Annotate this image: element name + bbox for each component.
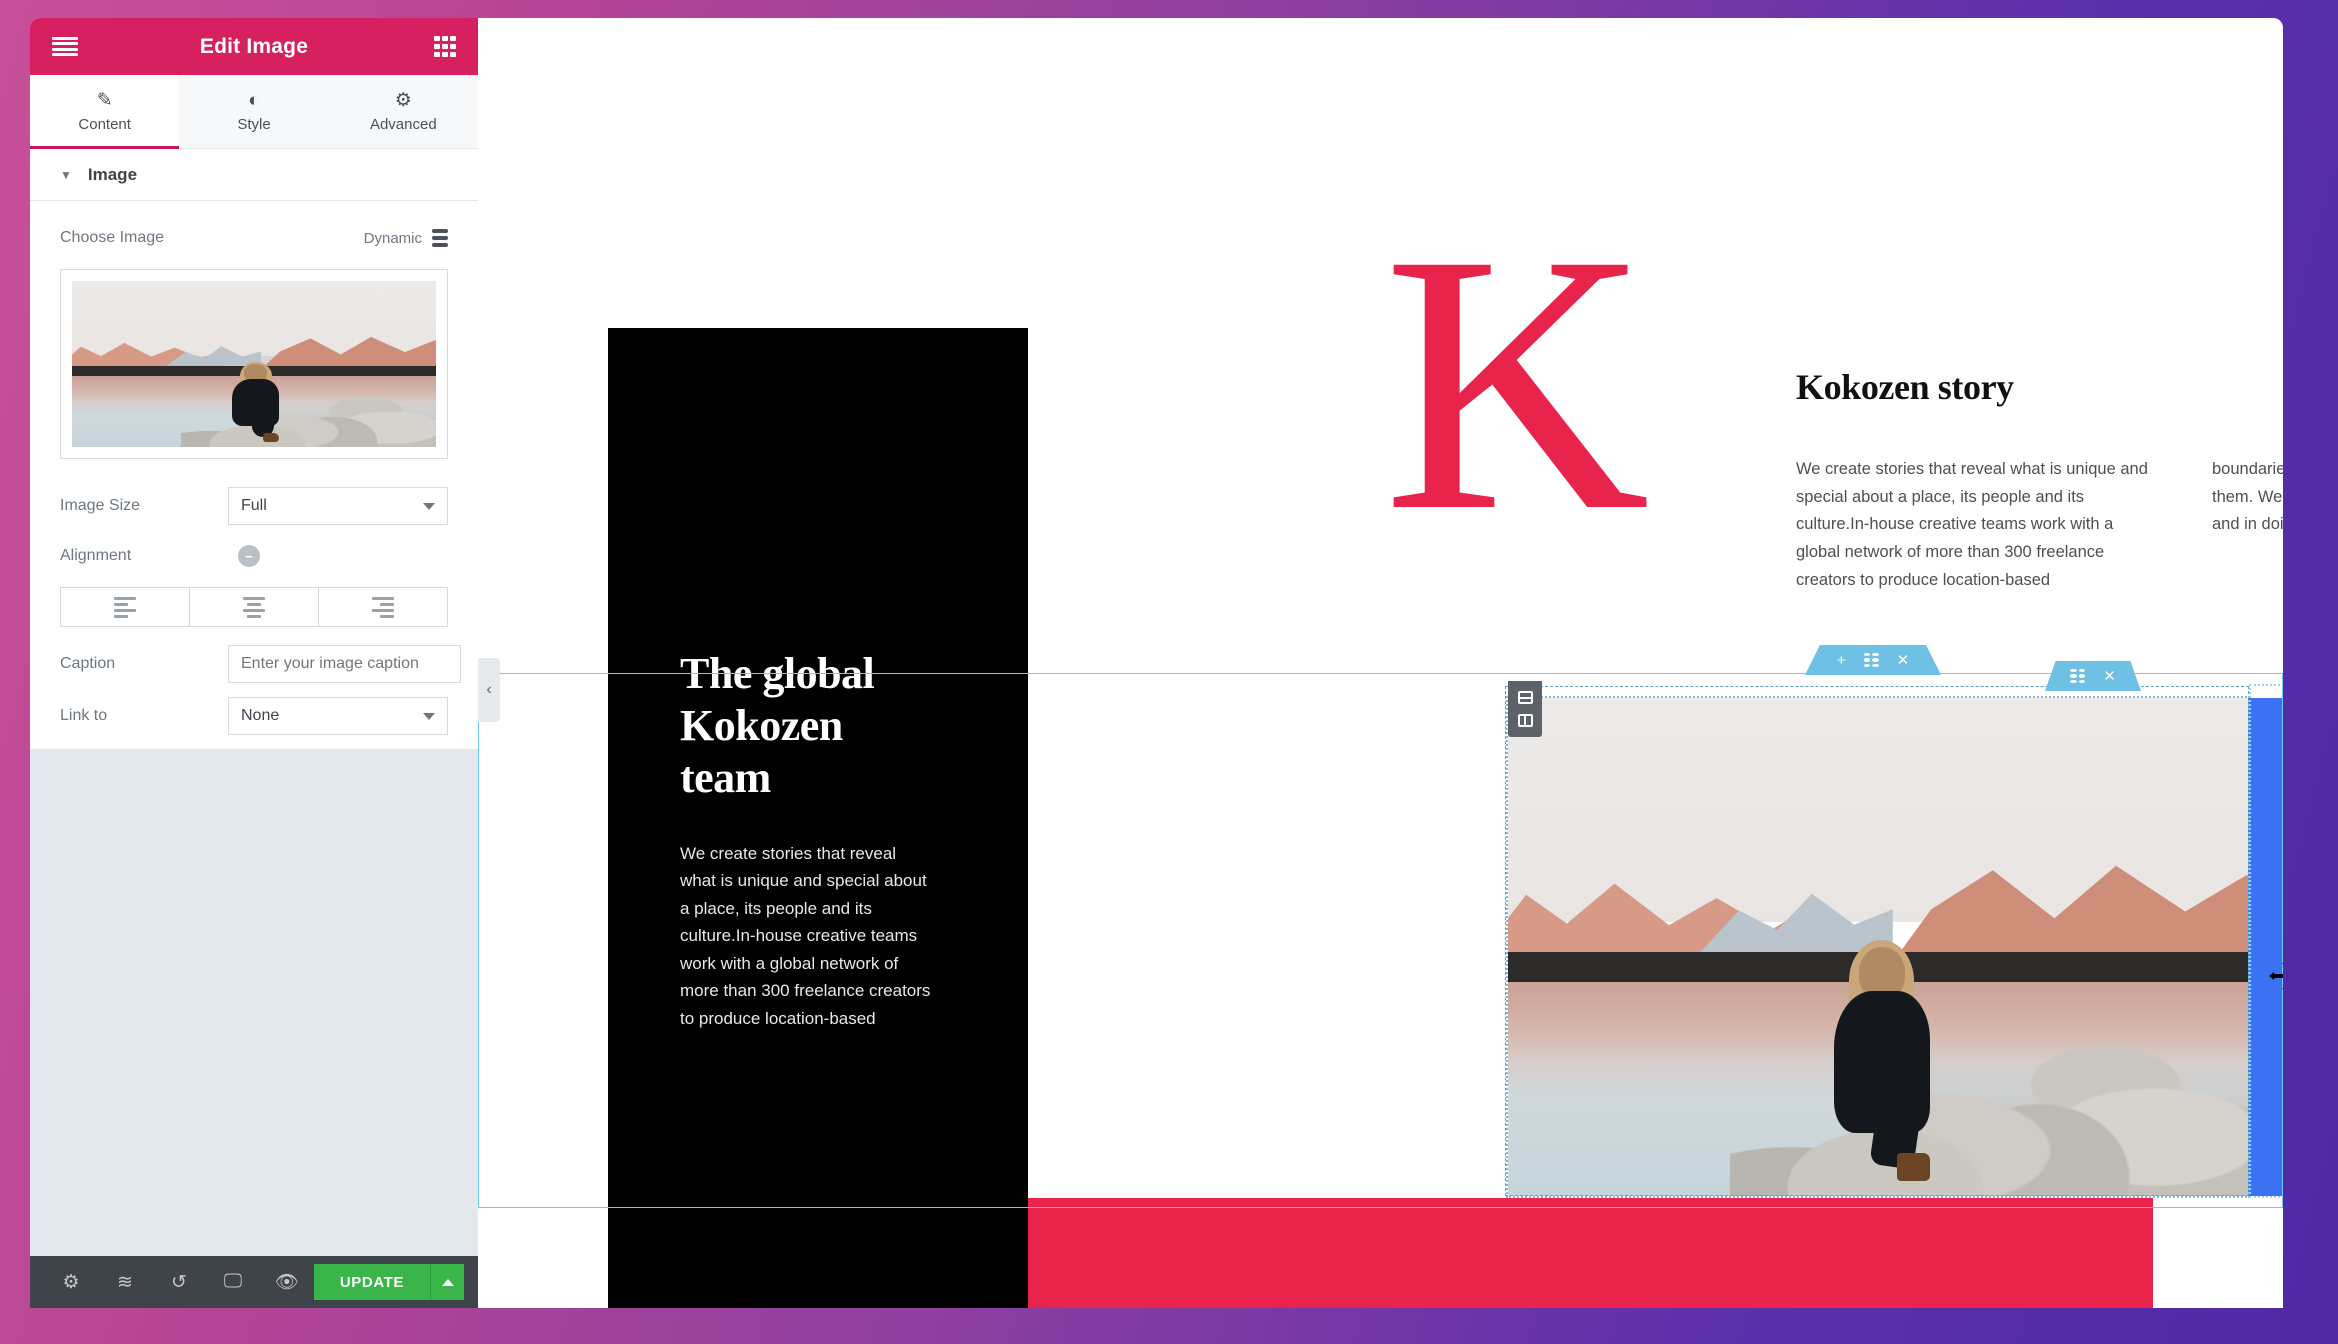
tab-style[interactable]: ◐ Style [179, 75, 329, 148]
section-title: Image [87, 164, 138, 184]
bottom-black-band [608, 1198, 1028, 1308]
close-icon[interactable]: ✕ [1897, 653, 1910, 668]
image-thumbnail [72, 281, 436, 447]
chevron-down-icon [423, 712, 435, 720]
tab-content-label: Content [78, 115, 131, 133]
tab-advanced-label: Advanced [369, 115, 437, 133]
kokozen-logo-letter: K [1383, 178, 1650, 588]
align-left-icon [114, 596, 136, 618]
close-icon[interactable]: ✕ [2103, 669, 2116, 684]
hero-title: The global Kokozen team [680, 649, 875, 802]
preview-eye-icon[interactable]: 👁 [260, 1256, 314, 1308]
align-left-button[interactable] [61, 588, 190, 626]
hamburger-menu-icon[interactable] [52, 36, 78, 57]
chevron-up-icon [441, 1278, 454, 1286]
database-icon [432, 228, 448, 248]
chevron-down-icon: ▼ [60, 167, 72, 182]
update-button[interactable]: UPDATE [313, 1264, 431, 1300]
align-right-icon [372, 596, 394, 618]
section-header-image[interactable]: ▼ Image [30, 149, 478, 201]
history-revert-icon[interactable]: ↺ [152, 1256, 206, 1308]
link-to-select[interactable]: None [228, 697, 448, 735]
column-edit-handle[interactable] [1508, 681, 1542, 737]
section-handle-toolbar[interactable]: + ✕ [1805, 645, 1941, 675]
tab-content[interactable]: ✎ Content [30, 75, 180, 149]
drag-dots-icon[interactable] [1863, 653, 1879, 667]
update-options-caret[interactable] [430, 1264, 465, 1300]
dynamic-label: Dynamic [363, 229, 422, 247]
update-button-group: UPDATE [313, 1264, 465, 1300]
drag-dots-icon[interactable] [2070, 669, 2086, 683]
responsive-monitor-icon[interactable]: 🖵 [206, 1256, 260, 1308]
choose-image-row: Choose Image Dynamic [30, 221, 478, 255]
tab-style-label: Style [237, 115, 271, 133]
bottom-red-band [1028, 1198, 2153, 1308]
contrast-circle-icon: ◐ [248, 89, 260, 111]
landscape-scene-canvas [1508, 698, 2248, 1196]
image-size-select[interactable]: Full [228, 487, 448, 525]
layers-icon[interactable]: ≋ [98, 1256, 152, 1308]
elementor-settings-panel: Edit Image ✎ Content ◐ Style ⚙ Advanced … [30, 18, 478, 1308]
chevron-down-icon [423, 502, 435, 510]
landscape-scene-thumb [72, 281, 436, 447]
alignment-help-icon[interactable]: − [238, 545, 260, 567]
tab-advanced[interactable]: ⚙ Advanced [328, 75, 478, 148]
panel-empty-area [30, 749, 478, 1256]
align-center-icon [243, 596, 265, 618]
alignment-label: Alignment [60, 547, 132, 564]
align-right-button[interactable] [319, 588, 447, 626]
story-column-one: We create stories that reveal what is un… [1796, 460, 2148, 589]
pencil-icon: ✎ [96, 89, 113, 111]
image-preview-chooser[interactable] [60, 269, 448, 459]
grid-apps-icon[interactable] [434, 35, 456, 58]
story-column-two: boundaries and connect with the world ar… [2212, 460, 2283, 534]
alignment-button-group [60, 587, 448, 627]
column-handle-toolbar[interactable]: ✕ [2045, 661, 2141, 691]
panel-footer-toolbar: ⚙ ≋ ↺ 🖵 👁 UPDATE [30, 1256, 478, 1308]
align-center-button[interactable] [190, 588, 319, 626]
caption-input[interactable] [228, 645, 461, 683]
image-size-value: Full [241, 497, 267, 514]
panel-collapse-toggle[interactable]: ‹ [478, 658, 500, 722]
add-section-icon[interactable]: + [1837, 653, 1846, 668]
link-to-label: Link to [60, 707, 108, 724]
story-columns: We create stories that reveal what is un… [1796, 456, 2283, 595]
selected-image-widget[interactable] [1508, 698, 2248, 1196]
image-size-row: Image Size Full [30, 487, 478, 525]
caption-row: Caption [30, 645, 478, 683]
alignment-row: Alignment − [30, 539, 478, 573]
elementor-editor-window: Edit Image ✎ Content ◐ Style ⚙ Advanced … [30, 18, 2283, 1308]
story-heading: Kokozen story [1796, 367, 2014, 407]
panel-controls: Choose Image Dynamic Image Size Full Ali… [30, 201, 478, 749]
gear-icon: ⚙ [394, 89, 412, 111]
link-to-row: Link to None [30, 697, 478, 735]
kokozen-story-block: Kokozen story We create stories that rev… [1796, 366, 2283, 595]
choose-image-label: Choose Image [60, 229, 165, 246]
dynamic-toggle[interactable]: Dynamic [363, 228, 448, 248]
editor-canvas: ‹ The global Kokozen team We create stor… [478, 18, 2283, 1308]
take-control-cta-column[interactable]: TAKE CONTROL OVER YOUR TRIP ➔ [2248, 698, 2283, 1196]
panel-tabs: ✎ Content ◐ Style ⚙ Advanced [30, 75, 478, 149]
link-to-value: None [241, 707, 280, 724]
column-split-icon[interactable] [1517, 714, 1533, 727]
column-icon[interactable] [1517, 691, 1533, 704]
hero-black-column: The global Kokozen team We create storie… [608, 328, 1028, 1308]
hero-paragraph: We create stories that reveal what is un… [680, 843, 931, 1028]
panel-header: Edit Image [30, 18, 478, 75]
panel-title: Edit Image [199, 34, 309, 58]
caption-label: Caption [60, 655, 116, 672]
image-size-label: Image Size [60, 497, 141, 514]
gear-icon[interactable]: ⚙ [44, 1256, 98, 1308]
